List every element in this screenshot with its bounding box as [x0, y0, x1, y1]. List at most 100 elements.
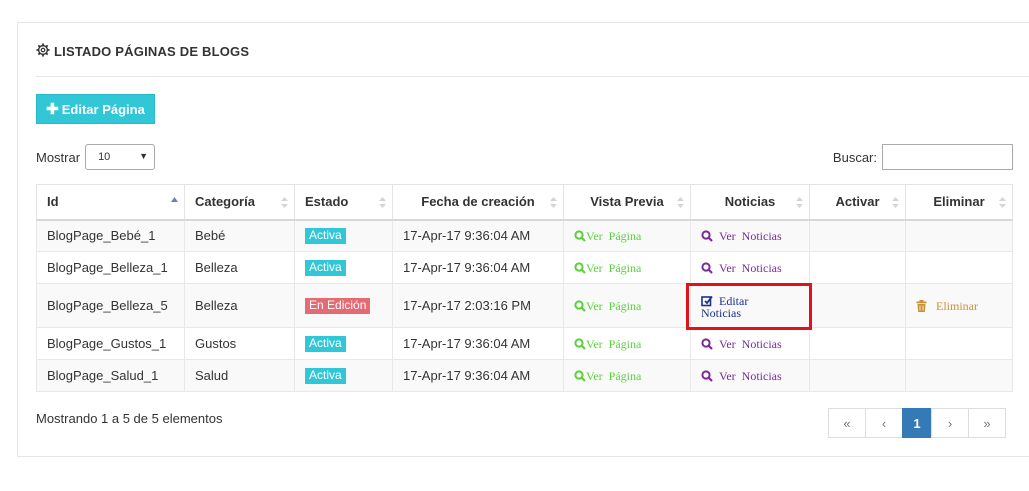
- cell-delete: [905, 219, 1013, 252]
- page-first-button[interactable]: «: [828, 408, 866, 438]
- sort-icon: [281, 197, 288, 208]
- view-page-link[interactable]: Ver Página: [574, 261, 641, 275]
- table-row: BlogPage_Belleza_5 Belleza En Edición 17…: [36, 283, 1013, 328]
- column-header-news[interactable]: Noticias: [690, 184, 810, 221]
- cell-status: Activa: [294, 359, 393, 392]
- column-header-status[interactable]: Estado: [294, 184, 393, 221]
- cell-id: BlogPage_Gustos_1: [36, 327, 185, 360]
- search-icon: [701, 261, 713, 274]
- cell-category: Belleza: [184, 251, 295, 284]
- page-last-button[interactable]: »: [968, 408, 1006, 438]
- table-row: BlogPage_Bebé_1 Bebé Activa 17-Apr-17 9:…: [36, 219, 1013, 252]
- page-length-select[interactable]: 10 ▼: [85, 144, 156, 170]
- view-news-link[interactable]: Ver Noticias: [701, 261, 782, 275]
- view-news-link[interactable]: Ver Noticias: [701, 229, 782, 243]
- trash-icon: [916, 299, 927, 312]
- table-row: BlogPage_Belleza_1 Belleza Activa 17-Apr…: [36, 251, 1013, 284]
- cell-news: Ver Noticias: [690, 251, 810, 284]
- page-length-label: Mostrar: [36, 149, 81, 165]
- cell-news: Ver Noticias: [690, 327, 810, 360]
- page-length-control: Mostrar 10 ▼: [36, 144, 156, 170]
- cell-news: Ver Noticias: [690, 219, 810, 252]
- cell-preview: Ver Página: [563, 251, 691, 284]
- search-control: Buscar:: [833, 144, 1013, 170]
- cell-id: BlogPage_Belleza_5: [36, 283, 185, 328]
- highlight-box: [686, 283, 812, 330]
- view-page-link[interactable]: Ver Página: [574, 337, 641, 351]
- cell-date: 17-Apr-17 9:36:04 AM: [392, 219, 564, 252]
- sort-asc-icon: [171, 197, 178, 202]
- view-news-link[interactable]: Ver Noticias: [701, 337, 782, 351]
- column-header-category[interactable]: Categoría: [184, 184, 295, 221]
- view-page-link[interactable]: Ver Página: [574, 369, 641, 383]
- search-icon: [701, 230, 713, 242]
- blog-pages-panel: LISTADO PÁGINAS DE BLOGS ✚ Editar Página…: [17, 22, 1029, 457]
- page-prev-button[interactable]: ‹: [865, 408, 903, 438]
- column-header-preview[interactable]: Vista Previa: [563, 184, 691, 221]
- status-badge: Activa: [305, 228, 346, 245]
- search-icon: [701, 337, 713, 350]
- cell-activate: [809, 327, 906, 360]
- cell-id: BlogPage_Salud_1: [36, 359, 185, 392]
- chevron-down-icon: ▼: [139, 151, 149, 161]
- cell-status: Activa: [294, 327, 393, 360]
- cell-date: 17-Apr-17 9:36:04 AM: [392, 327, 564, 360]
- status-badge: En Edición: [305, 298, 371, 314]
- status-badge: Activa: [305, 368, 346, 384]
- search-icon: [574, 230, 586, 242]
- search-icon: [701, 369, 713, 382]
- sort-icon: [550, 197, 557, 208]
- edit-page-button[interactable]: ✚ Editar Página: [36, 94, 155, 124]
- view-news-link[interactable]: Ver Noticias: [701, 369, 782, 383]
- sort-icon: [677, 197, 684, 208]
- edit-page-button-label: Editar Página: [61, 101, 145, 117]
- cell-activate: [809, 283, 906, 328]
- cell-activate: [809, 359, 906, 392]
- page-next-button[interactable]: ›: [931, 408, 969, 438]
- sort-icon: [999, 197, 1006, 208]
- column-header-created[interactable]: Fecha de creación: [392, 184, 564, 221]
- cell-delete: [905, 359, 1013, 392]
- view-page-link[interactable]: Ver Página: [574, 229, 641, 243]
- cell-category: Bebé: [184, 219, 295, 252]
- search-label: Buscar:: [832, 149, 877, 165]
- search-input[interactable]: [882, 144, 1013, 170]
- panel-header: LISTADO PÁGINAS DE BLOGS: [36, 43, 1029, 77]
- page-length-value: 10: [98, 151, 111, 163]
- cell-preview: Ver Página: [563, 359, 691, 392]
- plus-icon: ✚: [46, 100, 59, 118]
- cell-activate: [809, 251, 906, 284]
- cell-delete: Eliminar: [905, 283, 1013, 328]
- cell-preview: Ver Página: [563, 327, 691, 360]
- column-header-delete[interactable]: Eliminar: [905, 184, 1013, 221]
- cell-category: Belleza: [184, 283, 295, 328]
- table-info: Mostrando 1 a 5 de 5 elementos: [36, 411, 223, 426]
- cell-id: BlogPage_Bebé_1: [36, 219, 185, 252]
- status-badge: Activa: [305, 260, 346, 276]
- cell-delete: [905, 251, 1013, 284]
- pagination: « ‹ 1 › »: [828, 408, 1006, 438]
- column-header-activate[interactable]: Activar: [809, 184, 906, 221]
- cell-preview: Ver Página: [563, 219, 691, 252]
- delete-link[interactable]: Eliminar: [916, 299, 978, 313]
- search-icon: [574, 369, 586, 382]
- cell-delete: [905, 327, 1013, 360]
- sort-icon: [379, 197, 386, 208]
- cell-news: Ver Noticias: [690, 359, 810, 392]
- table-row: BlogPage_Salud_1 Salud Activa 17-Apr-17 …: [36, 359, 1013, 392]
- cell-category: Gustos: [184, 327, 295, 360]
- cell-preview: Ver Página: [563, 283, 691, 328]
- search-icon: [574, 299, 586, 312]
- blog-pages-table: Id Categoría Estado Fecha de creación Vi…: [36, 184, 1013, 392]
- column-header-id[interactable]: Id: [36, 184, 185, 221]
- table-row: BlogPage_Gustos_1 Gustos Activa 17-Apr-1…: [36, 327, 1013, 360]
- view-page-link[interactable]: Ver Página: [574, 299, 641, 313]
- status-badge: Activa: [305, 336, 346, 352]
- page-current-button[interactable]: 1: [902, 408, 932, 438]
- sort-icon: [892, 197, 899, 208]
- table-header-row: Id Categoría Estado Fecha de creación Vi…: [36, 184, 1013, 221]
- cell-date: 17-Apr-17 2:03:16 PM: [392, 283, 564, 328]
- cell-id: BlogPage_Belleza_1: [36, 251, 185, 284]
- page-title: LISTADO PÁGINAS DE BLOGS: [54, 44, 250, 59]
- gear-icon: [36, 43, 50, 57]
